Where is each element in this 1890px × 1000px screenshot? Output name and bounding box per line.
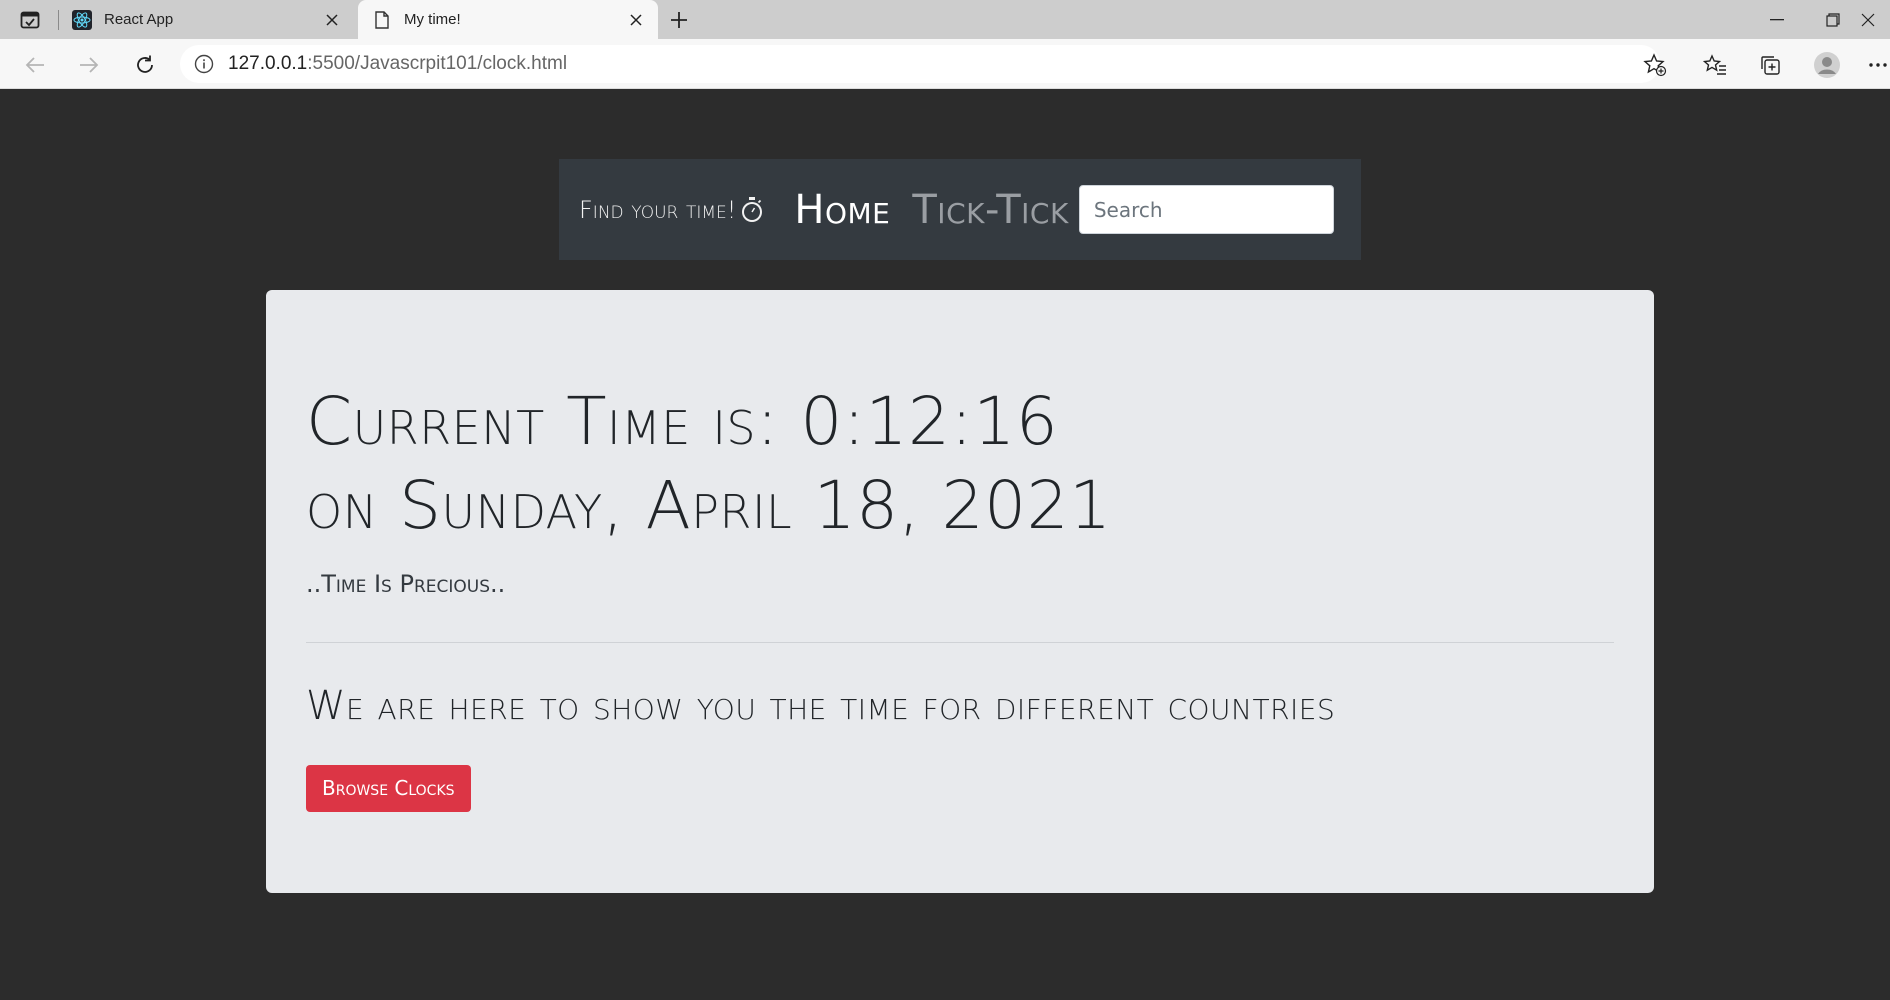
minimize-icon[interactable] <box>1749 0 1805 39</box>
page-icon <box>372 10 392 30</box>
jumbotron: Current Time is: 0:12:16 on Sunday, Apri… <box>266 290 1654 893</box>
search-input[interactable] <box>1078 185 1334 234</box>
tab-separator <box>58 10 59 30</box>
forward-arrow-icon[interactable] <box>72 48 106 82</box>
browser-toolbar: 127.0.0.1:5500/Javascrpit101/clock.html <box>0 39 1890 89</box>
lead-text: We are here to show you the time for dif… <box>306 683 1336 729</box>
url-host: 127.0.0.1 <box>228 53 308 74</box>
back-arrow-icon[interactable] <box>18 48 52 82</box>
close-window-icon[interactable] <box>1861 0 1890 39</box>
browse-clocks-button[interactable]: Browse Clocks <box>306 765 471 812</box>
restore-icon[interactable] <box>1805 0 1861 39</box>
new-tab-plus-icon[interactable] <box>665 6 693 34</box>
collections-icon[interactable] <box>1753 48 1787 82</box>
navbar-brand[interactable]: Find your time! <box>579 196 764 224</box>
date-line: on Sunday, April 18, 2021 <box>306 467 1112 544</box>
close-icon[interactable] <box>318 6 346 34</box>
tab-actions-icon[interactable] <box>10 8 50 32</box>
tab-title: React App <box>104 11 174 28</box>
more-options-icon[interactable] <box>1865 48 1890 82</box>
info-icon[interactable] <box>180 54 228 74</box>
nav-link-tick-tick[interactable]: Tick-Tick <box>912 187 1068 233</box>
refresh-icon[interactable] <box>128 48 162 82</box>
brand-text: Find your time! <box>579 195 737 224</box>
url-text: 127.0.0.1:5500/Javascrpit101/clock.html <box>228 53 567 75</box>
tagline: ..Time Is Precious.. <box>306 570 506 598</box>
react-icon <box>72 9 92 30</box>
url-path: :5500/Javascrpit101/clock.html <box>307 53 568 74</box>
nav-link-home[interactable]: Home <box>794 187 890 233</box>
profile-avatar-icon[interactable] <box>1810 48 1844 82</box>
current-time-heading: Current Time is: 0:12:16 on Sunday, Apri… <box>306 380 1614 548</box>
address-bar[interactable]: 127.0.0.1:5500/Javascrpit101/clock.html <box>180 45 1660 83</box>
favorites-icon[interactable] <box>1698 48 1732 82</box>
tab-title: My time! <box>404 11 461 28</box>
add-favorite-icon[interactable] <box>1638 48 1672 82</box>
close-icon[interactable] <box>622 6 650 34</box>
divider <box>306 642 1614 643</box>
stopwatch-icon <box>740 196 764 224</box>
browser-tab-bar: React App My time! <box>0 0 1890 39</box>
tab-my-time[interactable]: My time! <box>358 0 658 39</box>
time-line: Current Time is: 0:12:16 <box>306 383 1059 460</box>
site-navbar: Find your time! Home Tick-Tick <box>559 159 1361 260</box>
tab-react-app[interactable]: React App <box>62 0 354 39</box>
